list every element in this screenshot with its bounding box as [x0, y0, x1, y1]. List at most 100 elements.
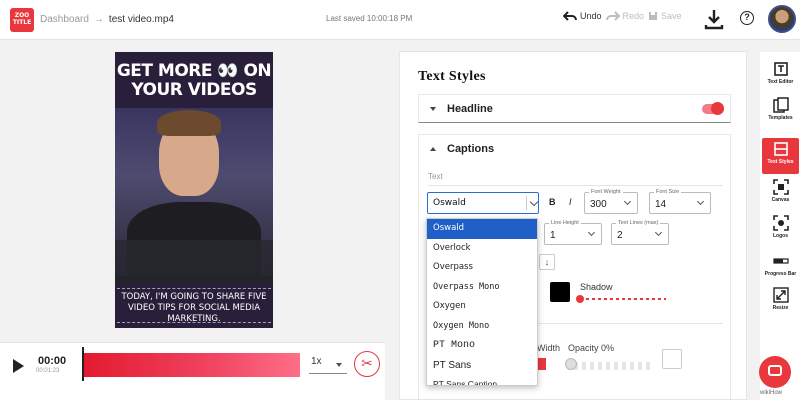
- font-option[interactable]: Overpass Mono: [427, 278, 537, 298]
- playhead[interactable]: [82, 347, 84, 381]
- sidebar-item-text-editor[interactable]: Text Editor: [762, 58, 799, 94]
- templates-icon: [772, 97, 789, 113]
- chevron-down-icon: [430, 107, 436, 111]
- breadcrumb-dashboard[interactable]: Dashboard: [40, 14, 89, 25]
- sidebar-item-resize[interactable]: Resize: [762, 284, 799, 320]
- width-color-swatch[interactable]: [537, 358, 546, 370]
- resize-icon: [772, 287, 789, 303]
- caption-top-guide: [117, 288, 271, 289]
- opacity-slider[interactable]: [566, 362, 654, 370]
- text-lines-label: Text Lines (max): [616, 219, 661, 227]
- chevron-down-icon: [587, 228, 596, 237]
- shadow-slider[interactable]: [580, 298, 666, 300]
- save-icon: [649, 12, 658, 20]
- captions-label[interactable]: Captions: [447, 143, 494, 155]
- sidebar-item-label: Text Editor: [767, 79, 794, 85]
- text-lines-select[interactable]: Text Lines (max) 2: [611, 219, 669, 245]
- progress-bar-icon: [772, 253, 789, 269]
- chevron-down-icon: [623, 197, 632, 206]
- redo-button[interactable]: Redo: [605, 11, 645, 21]
- text-lines-value: 2: [617, 230, 623, 241]
- video-shade-band: [115, 240, 273, 284]
- font-option[interactable]: Oxygen Mono: [427, 317, 537, 337]
- chevron-up-icon[interactable]: [430, 147, 436, 151]
- width-label: Width: [537, 343, 561, 353]
- font-size-value: 14: [655, 199, 667, 210]
- text-styles-icon: [773, 141, 789, 157]
- font-weight-label: Font Weight: [589, 188, 623, 196]
- scissors-icon[interactable]: ✂: [354, 351, 380, 377]
- bold-button[interactable]: B: [549, 197, 556, 207]
- user-avatar[interactable]: [768, 5, 796, 33]
- font-option[interactable]: Overpass: [427, 258, 537, 278]
- caption-bottom-guide: [117, 322, 271, 323]
- divider: [428, 185, 723, 186]
- font-option[interactable]: PT Sans Caption: [427, 375, 537, 385]
- opacity-label: Opacity 0%: [568, 343, 615, 353]
- line-height-select[interactable]: Line Height 1: [544, 219, 602, 245]
- total-time: 00:01:23: [36, 368, 60, 374]
- undo-label: Undo: [580, 11, 602, 21]
- chevron-down-icon: [696, 197, 705, 206]
- sidebar-item-text-styles[interactable]: Text Styles: [762, 138, 799, 174]
- help-icon[interactable]: ?: [740, 11, 754, 25]
- video-headline[interactable]: GET MORE 👀 ON YOUR VIDEOS: [115, 62, 273, 100]
- font-option[interactable]: Oswald: [427, 219, 537, 239]
- history-controls: Undo Redo Save: [563, 11, 682, 21]
- italic-button[interactable]: I: [569, 197, 572, 207]
- text-color-swatch[interactable]: [550, 282, 570, 302]
- sidebar-item-label: Templates: [768, 115, 793, 121]
- font-option[interactable]: PT Mono: [427, 336, 537, 356]
- align-bottom-icon[interactable]: ↓: [539, 254, 555, 270]
- video-caption[interactable]: TODAY, I'M GOING TO SHARE FIVE VIDEO TIP…: [119, 292, 269, 325]
- chevron-down-icon: [529, 197, 539, 207]
- sidebar-item-templates[interactable]: Templates: [762, 94, 799, 130]
- font-option[interactable]: Oxygen: [427, 297, 537, 317]
- video-headline-line2: YOUR VIDEOS: [131, 80, 257, 100]
- headline-section[interactable]: Headline: [418, 94, 731, 123]
- watermark: wikiHow: [760, 390, 783, 396]
- font-size-select[interactable]: Font Size 14: [649, 188, 711, 214]
- video-headline-line1: GET MORE 👀 ON: [116, 61, 272, 81]
- font-family-select[interactable]: Oswald: [427, 192, 539, 214]
- shadow-label: Shadow: [580, 282, 613, 292]
- undo-button[interactable]: Undo: [563, 11, 602, 21]
- background-color-swatch[interactable]: [662, 349, 682, 369]
- sidebar-item-progress-bar[interactable]: Progress Bar: [762, 250, 799, 286]
- sidebar-item-canvas[interactable]: Canvas: [762, 176, 799, 212]
- canvas-icon: [772, 179, 789, 195]
- video-preview-area: GET MORE 👀 ON YOUR VIDEOS TODAY, I'M GOI…: [0, 40, 385, 342]
- font-option[interactable]: Overlock: [427, 239, 537, 259]
- save-button[interactable]: Save: [648, 11, 682, 21]
- sidebar-item-logos[interactable]: Logos: [762, 212, 799, 248]
- breadcrumb-separator: →: [93, 14, 104, 25]
- text-editor-icon: [773, 61, 789, 77]
- video-preview[interactable]: GET MORE 👀 ON YOUR VIDEOS TODAY, I'M GOI…: [115, 52, 273, 328]
- download-icon[interactable]: [704, 8, 724, 30]
- panel-title: Text Styles: [418, 69, 486, 84]
- headline-toggle-knob[interactable]: [711, 102, 724, 115]
- line-height-value: 1: [550, 230, 556, 241]
- redo-label: Redo: [622, 11, 645, 21]
- file-name[interactable]: test video.mp4: [109, 14, 174, 25]
- play-icon[interactable]: [13, 359, 24, 373]
- save-label: Save: [661, 11, 682, 21]
- chevron-down-icon: [654, 228, 663, 237]
- sidebar-item-label: Canvas: [771, 197, 790, 203]
- logo-text-top: ZOO: [14, 11, 30, 19]
- sidebar-item-label: Resize: [772, 305, 789, 311]
- headline-label: Headline: [447, 103, 493, 115]
- right-sidebar: Text Editor Templates Text Styles Canvas…: [760, 52, 800, 400]
- undo-icon: [563, 11, 577, 21]
- chevron-down-icon: [336, 363, 342, 367]
- redo-icon: [605, 11, 620, 21]
- timeline-track[interactable]: [82, 353, 300, 377]
- app-logo[interactable]: ZOO TITLE: [10, 7, 34, 32]
- font-weight-select[interactable]: Font Weight 300: [584, 188, 638, 214]
- chat-icon: [768, 365, 782, 376]
- font-option[interactable]: PT Sans: [427, 356, 537, 376]
- opacity-slider-handle[interactable]: [565, 358, 577, 370]
- shadow-slider-handle[interactable]: [576, 295, 584, 303]
- sidebar-item-label: Progress Bar: [764, 271, 797, 277]
- select-separator: [526, 196, 527, 210]
